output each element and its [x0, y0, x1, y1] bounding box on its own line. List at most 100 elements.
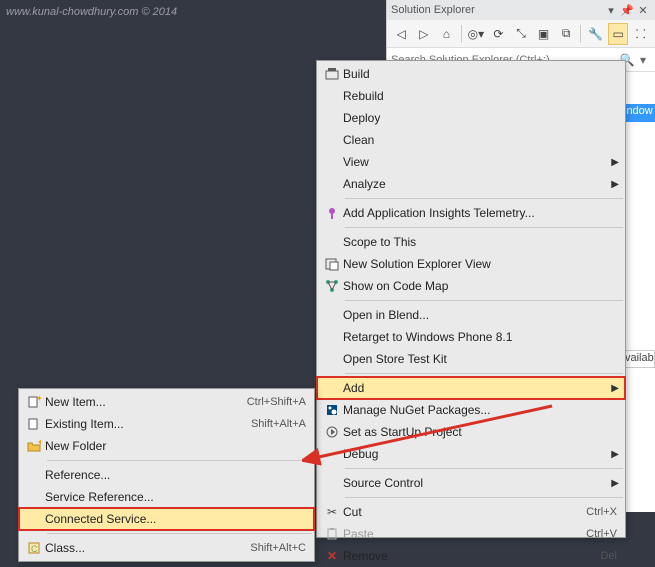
menu-label: Existing Item...	[45, 417, 233, 431]
pin-icon[interactable]: 📌	[619, 4, 635, 17]
menu-label: Set as StartUp Project	[343, 425, 617, 439]
menu-shortcut: Ctrl+X	[568, 506, 617, 518]
mainMenu-clean[interactable]: Clean	[317, 129, 625, 151]
subMenu-existing-item[interactable]: Existing Item...Shift+Alt+A	[19, 413, 314, 435]
subMenu-new-item[interactable]: ✦New Item...Ctrl+Shift+A	[19, 391, 314, 413]
close-icon[interactable]: ✕	[635, 4, 651, 17]
search-dropdown-icon[interactable]: ▾	[635, 53, 651, 67]
collapse-icon[interactable]: ⤡	[511, 23, 532, 45]
menu-separator	[345, 468, 623, 469]
subMenu-service-reference[interactable]: Service Reference...	[19, 486, 314, 508]
menu-separator	[345, 373, 623, 374]
copy-icon[interactable]: ⧉	[556, 23, 577, 45]
menu-label: Source Control	[343, 476, 617, 490]
codemap-icon	[321, 277, 343, 295]
build-icon	[321, 65, 343, 83]
dropdown-icon[interactable]: ▾	[603, 4, 619, 17]
subMenu-connected-service[interactable]: Connected Service...	[19, 508, 314, 530]
mainMenu-cut[interactable]: ✂CutCtrl+X	[317, 501, 625, 523]
blank-icon	[321, 175, 343, 193]
menu-label: Clean	[343, 133, 617, 147]
menu-label: Open Store Test Kit	[343, 352, 617, 366]
solution-explorer-title: Solution Explorer	[391, 4, 603, 16]
blank-icon	[321, 306, 343, 324]
hierarchy-icon[interactable]: ⸬	[630, 23, 651, 45]
preview-icon[interactable]: ▭	[608, 23, 629, 45]
blank-icon	[321, 379, 343, 397]
remove-icon: ✕	[321, 547, 343, 565]
mainMenu-view[interactable]: View▶	[317, 151, 625, 173]
blank-icon	[321, 350, 343, 368]
mainMenu-rebuild[interactable]: Rebuild	[317, 85, 625, 107]
submenu-arrow-icon: ▶	[611, 383, 619, 394]
subMenu-new-folder[interactable]: ✦New Folder	[19, 435, 314, 457]
mainMenu-retarget-to-windows-phone-8-1[interactable]: Retarget to Windows Phone 8.1	[317, 326, 625, 348]
forward-icon[interactable]: ▷	[414, 23, 435, 45]
mainMenu-remove[interactable]: ✕RemoveDel	[317, 545, 625, 567]
mainMenu-scope-to-this[interactable]: Scope to This	[317, 231, 625, 253]
submenu-arrow-icon: ▶	[611, 157, 619, 168]
paste-icon	[321, 525, 343, 543]
tree-item-fragment: indow	[621, 104, 655, 122]
mainMenu-show-on-code-map[interactable]: Show on Code Map	[317, 275, 625, 297]
menu-shortcut: Del	[582, 550, 617, 562]
menu-label: Cut	[343, 505, 568, 519]
menu-separator	[345, 300, 623, 301]
blank-icon	[23, 466, 45, 484]
sync-icon[interactable]: ◎▾	[466, 23, 487, 45]
subMenu-class[interactable]: CClass...Shift+Alt+C	[19, 537, 314, 559]
mainMenu-deploy[interactable]: Deploy	[317, 107, 625, 129]
menu-shortcut: Shift+Alt+A	[233, 418, 306, 430]
home-icon[interactable]: ⌂	[436, 23, 457, 45]
blank-icon	[321, 233, 343, 251]
blank-icon	[321, 87, 343, 105]
cut-icon: ✂	[321, 503, 343, 521]
nuget-icon	[321, 401, 343, 419]
mainMenu-build[interactable]: Build	[317, 63, 625, 85]
folder-icon: ✦	[23, 437, 45, 455]
menu-separator	[47, 533, 312, 534]
back-icon[interactable]: ◁	[391, 23, 412, 45]
menu-label: Rebuild	[343, 89, 617, 103]
properties-icon[interactable]: 🔧	[585, 23, 606, 45]
submenu-arrow-icon: ▶	[611, 179, 619, 190]
menu-label: Connected Service...	[45, 512, 306, 526]
mainMenu-open-store-test-kit[interactable]: Open Store Test Kit	[317, 348, 625, 370]
subMenu-reference[interactable]: Reference...	[19, 464, 314, 486]
add-submenu: ✦New Item...Ctrl+Shift+AExisting Item...…	[18, 388, 315, 562]
mainMenu-manage-nuget-packages[interactable]: Manage NuGet Packages...	[317, 399, 625, 421]
mainMenu-add-application-insights-telemetry[interactable]: Add Application Insights Telemetry...	[317, 202, 625, 224]
menu-label: Paste	[343, 527, 568, 541]
newitem-icon: ✦	[23, 393, 45, 411]
menu-label: Reference...	[45, 468, 306, 482]
refresh-icon[interactable]: ⟳	[488, 23, 509, 45]
submenu-arrow-icon: ▶	[611, 478, 619, 489]
menu-shortcut: Ctrl+V	[568, 528, 617, 540]
menu-label: Show on Code Map	[343, 279, 617, 293]
menu-label: View	[343, 155, 617, 169]
newse-icon	[321, 255, 343, 273]
toolbar-separator	[461, 25, 462, 43]
menu-label: Add Application Insights Telemetry...	[343, 206, 617, 220]
menu-label: Service Reference...	[45, 490, 306, 504]
mainMenu-set-as-startup-project[interactable]: Set as StartUp Project	[317, 421, 625, 443]
mainMenu-open-in-blend[interactable]: Open in Blend...	[317, 304, 625, 326]
solution-explorer-toolbar: ◁ ▷ ⌂ ◎▾ ⟳ ⤡ ▣ ⧉ 🔧 ▭ ⸬	[387, 20, 655, 48]
mainMenu-analyze[interactable]: Analyze▶	[317, 173, 625, 195]
mainMenu-add[interactable]: Add▶	[317, 377, 625, 399]
mainMenu-new-solution-explorer-view[interactable]: New Solution Explorer View	[317, 253, 625, 275]
menu-label: Manage NuGet Packages...	[343, 403, 617, 417]
show-all-icon[interactable]: ▣	[533, 23, 554, 45]
watermark: www.kunal-chowdhury.com © 2014	[6, 6, 177, 18]
solution-explorer-titlebar: Solution Explorer ▾ 📌 ✕	[387, 0, 655, 20]
mainMenu-source-control[interactable]: Source Control▶	[317, 472, 625, 494]
menu-separator	[345, 497, 623, 498]
menu-label: Debug	[343, 447, 617, 461]
blank-icon	[321, 153, 343, 171]
menu-separator	[47, 460, 312, 461]
blank-icon	[321, 474, 343, 492]
menu-label: New Item...	[45, 395, 229, 409]
svg-text:✦: ✦	[36, 395, 41, 403]
mainMenu-debug[interactable]: Debug▶	[317, 443, 625, 465]
menu-label: Open in Blend...	[343, 308, 617, 322]
